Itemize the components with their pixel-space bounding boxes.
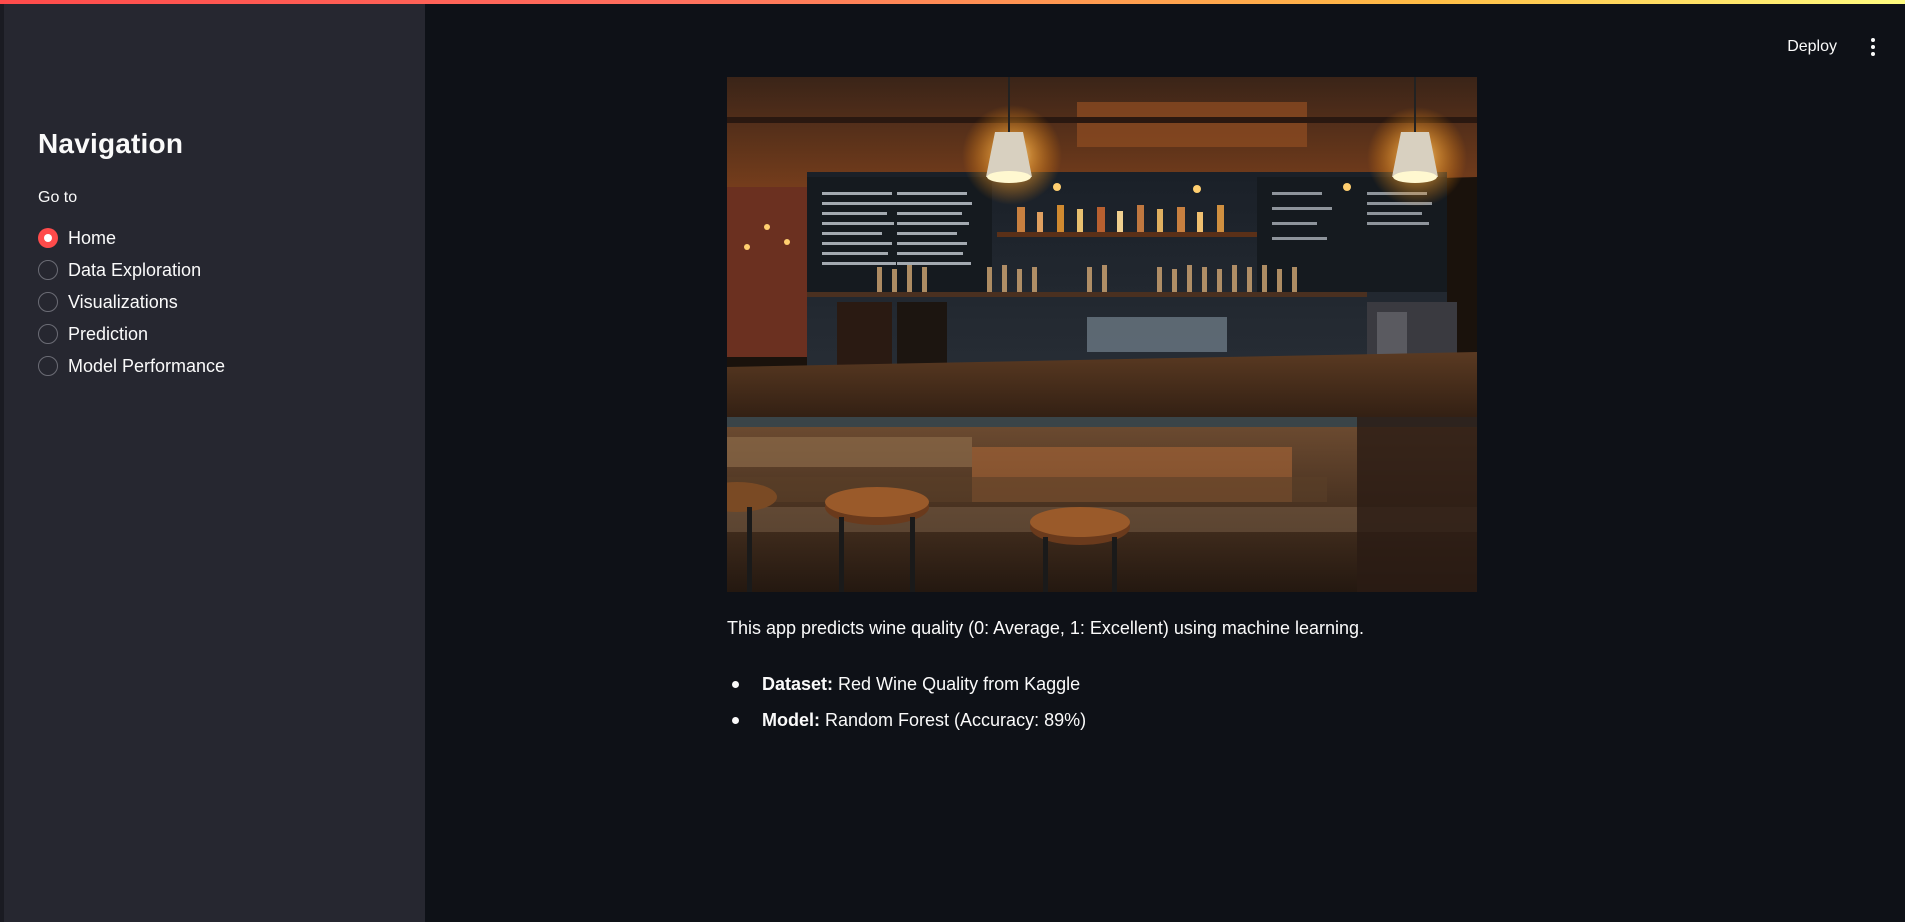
radio-checked-icon[interactable]	[38, 228, 58, 248]
bullet-key: Dataset:	[762, 673, 834, 694]
radio-option-label: Model Performance	[68, 355, 226, 376]
radio-option-model-performance[interactable]: Model Performance	[38, 350, 225, 382]
radio-option-label: Prediction	[68, 323, 149, 344]
radio-unchecked-icon[interactable]	[38, 260, 58, 280]
sidebar-title: Navigation	[38, 128, 184, 159]
radio-group-label: Go to	[38, 189, 78, 206]
app-root: Navigation Go to Home Data Exploration V…	[0, 0, 1905, 922]
more-vertical-icon	[1871, 38, 1875, 56]
top-decoration-bar	[0, 0, 1905, 4]
list-item-model: Model: Random Forest (Accuracy: 89%)	[727, 702, 1086, 738]
bullet-value: Red Wine Quality from Kaggle	[838, 673, 1081, 694]
radio-option-home[interactable]: Home	[38, 222, 225, 254]
radio-option-prediction[interactable]: Prediction	[38, 318, 225, 350]
list-item-dataset: Dataset: Red Wine Quality from Kaggle	[727, 666, 1086, 702]
radio-option-data-exploration[interactable]: Data Exploration	[38, 254, 225, 286]
sidebar: Navigation Go to Home Data Exploration V…	[0, 0, 425, 922]
main-menu-button[interactable]	[1861, 31, 1885, 63]
radio-option-label: Visualizations	[68, 291, 178, 312]
bar-interior-image	[727, 77, 1477, 592]
bullet-value: Random Forest (Accuracy: 89%)	[825, 709, 1087, 730]
header-toolbar: Deploy	[1781, 30, 1885, 64]
radio-option-label: Data Exploration	[68, 259, 202, 280]
radio-option-visualizations[interactable]: Visualizations	[38, 286, 225, 318]
deploy-button[interactable]: Deploy	[1781, 30, 1843, 64]
radio-unchecked-icon[interactable]	[38, 324, 58, 344]
bullet-key: Model:	[762, 709, 820, 730]
radio-option-label: Home	[68, 227, 117, 248]
navigation-radio-group: Home Data Exploration Visualizations Pre…	[38, 222, 225, 382]
radio-unchecked-icon[interactable]	[38, 292, 58, 312]
radio-unchecked-icon[interactable]	[38, 356, 58, 376]
intro-text: This app predicts wine quality (0: Avera…	[727, 618, 1365, 638]
info-bullet-list: Dataset: Red Wine Quality from Kaggle Mo…	[727, 666, 1086, 738]
